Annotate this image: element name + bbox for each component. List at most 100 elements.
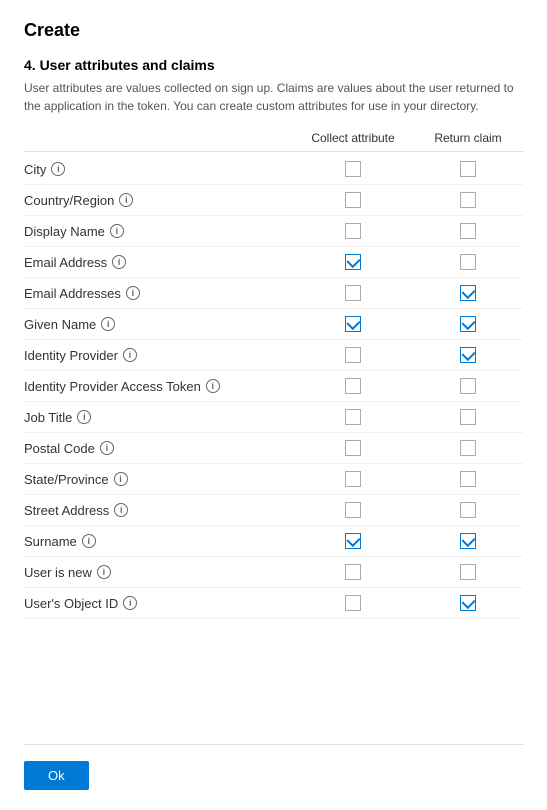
info-icon[interactable]: i — [206, 379, 220, 393]
table-row: Country/Regioni — [24, 185, 523, 216]
return-checkbox-cell — [413, 223, 523, 239]
return-checkbox-cell — [413, 161, 523, 177]
return-checkbox-cell — [413, 502, 523, 518]
return-checkbox-cell — [413, 440, 523, 456]
table-row: Identity Provider Access Tokeni — [24, 371, 523, 402]
collect-checkbox[interactable] — [345, 316, 361, 332]
attribute-name: Job Titlei — [24, 410, 293, 425]
return-checkbox[interactable] — [460, 192, 476, 208]
return-checkbox-cell — [413, 192, 523, 208]
return-checkbox-cell — [413, 471, 523, 487]
return-checkbox[interactable] — [460, 533, 476, 549]
attribute-name: Display Namei — [24, 224, 293, 239]
return-checkbox[interactable] — [460, 564, 476, 580]
info-icon[interactable]: i — [110, 224, 124, 238]
info-icon[interactable]: i — [114, 503, 128, 517]
return-checkbox[interactable] — [460, 347, 476, 363]
info-icon[interactable]: i — [82, 534, 96, 548]
info-icon[interactable]: i — [101, 317, 115, 331]
table-row: Given Namei — [24, 309, 523, 340]
attribute-name: User's Object IDi — [24, 596, 293, 611]
return-checkbox[interactable] — [460, 254, 476, 270]
collect-checkbox[interactable] — [345, 161, 361, 177]
return-checkbox[interactable] — [460, 471, 476, 487]
collect-checkbox[interactable] — [345, 285, 361, 301]
collect-checkbox[interactable] — [345, 254, 361, 270]
info-icon[interactable]: i — [97, 565, 111, 579]
info-icon[interactable]: i — [119, 193, 133, 207]
info-icon[interactable]: i — [51, 162, 65, 176]
return-checkbox[interactable] — [460, 316, 476, 332]
table-row: Surnamei — [24, 526, 523, 557]
collect-checkbox-cell — [293, 161, 413, 177]
ok-button[interactable]: Ok — [24, 761, 89, 790]
section-description: User attributes are values collected on … — [24, 79, 523, 115]
table-row: Postal Codei — [24, 433, 523, 464]
collect-checkbox[interactable] — [345, 192, 361, 208]
collect-checkbox-cell — [293, 502, 413, 518]
collect-checkbox-cell — [293, 595, 413, 611]
attribute-name: Postal Codei — [24, 441, 293, 456]
attribute-name: Identity Provideri — [24, 348, 293, 363]
collect-checkbox-cell — [293, 285, 413, 301]
attribute-name: Identity Provider Access Tokeni — [24, 379, 293, 394]
collect-checkbox-cell — [293, 316, 413, 332]
collect-checkbox[interactable] — [345, 533, 361, 549]
table-row: Cityi — [24, 154, 523, 185]
table-row: Identity Provideri — [24, 340, 523, 371]
info-icon[interactable]: i — [123, 348, 137, 362]
collect-checkbox-cell — [293, 471, 413, 487]
collect-checkbox[interactable] — [345, 564, 361, 580]
attribute-name: User is newi — [24, 565, 293, 580]
return-checkbox-cell — [413, 533, 523, 549]
section-title: 4. User attributes and claims — [24, 57, 523, 73]
info-icon[interactable]: i — [114, 472, 128, 486]
return-checkbox[interactable] — [460, 223, 476, 239]
table-row: User's Object IDi — [24, 588, 523, 619]
collect-checkbox-cell — [293, 378, 413, 394]
collect-checkbox[interactable] — [345, 440, 361, 456]
return-checkbox-cell — [413, 347, 523, 363]
collect-checkbox[interactable] — [345, 378, 361, 394]
collect-checkbox-cell — [293, 192, 413, 208]
return-checkbox[interactable] — [460, 285, 476, 301]
return-checkbox[interactable] — [460, 440, 476, 456]
return-checkbox[interactable] — [460, 378, 476, 394]
collect-checkbox-cell — [293, 254, 413, 270]
collect-checkbox[interactable] — [345, 502, 361, 518]
attribute-name: Email Addressesi — [24, 286, 293, 301]
collect-checkbox-cell — [293, 564, 413, 580]
return-checkbox-cell — [413, 254, 523, 270]
page-title: Create — [24, 20, 523, 41]
return-checkbox-cell — [413, 595, 523, 611]
return-checkbox[interactable] — [460, 409, 476, 425]
info-icon[interactable]: i — [126, 286, 140, 300]
info-icon[interactable]: i — [100, 441, 114, 455]
attribute-name: Street Addressi — [24, 503, 293, 518]
info-icon[interactable]: i — [77, 410, 91, 424]
return-checkbox[interactable] — [460, 502, 476, 518]
info-icon[interactable]: i — [123, 596, 137, 610]
attribute-name: Country/Regioni — [24, 193, 293, 208]
collect-attribute-header: Collect attribute — [293, 131, 413, 145]
attribute-name: Email Addressi — [24, 255, 293, 270]
return-claim-header: Return claim — [413, 131, 523, 145]
collect-checkbox[interactable] — [345, 595, 361, 611]
table-row: Display Namei — [24, 216, 523, 247]
collect-checkbox[interactable] — [345, 409, 361, 425]
table-row: Job Titlei — [24, 402, 523, 433]
info-icon[interactable]: i — [112, 255, 126, 269]
return-checkbox[interactable] — [460, 161, 476, 177]
return-checkbox-cell — [413, 409, 523, 425]
table-row: Email Addressesi — [24, 278, 523, 309]
collect-checkbox[interactable] — [345, 223, 361, 239]
table-row: State/Provincei — [24, 464, 523, 495]
attribute-name: State/Provincei — [24, 472, 293, 487]
attributes-list: Cityi Country/Regioni Display Namei Email A… — [24, 154, 523, 619]
collect-checkbox-cell — [293, 223, 413, 239]
return-checkbox[interactable] — [460, 595, 476, 611]
collect-checkbox-cell — [293, 533, 413, 549]
collect-checkbox[interactable] — [345, 347, 361, 363]
collect-checkbox[interactable] — [345, 471, 361, 487]
table-row: Email Addressi — [24, 247, 523, 278]
